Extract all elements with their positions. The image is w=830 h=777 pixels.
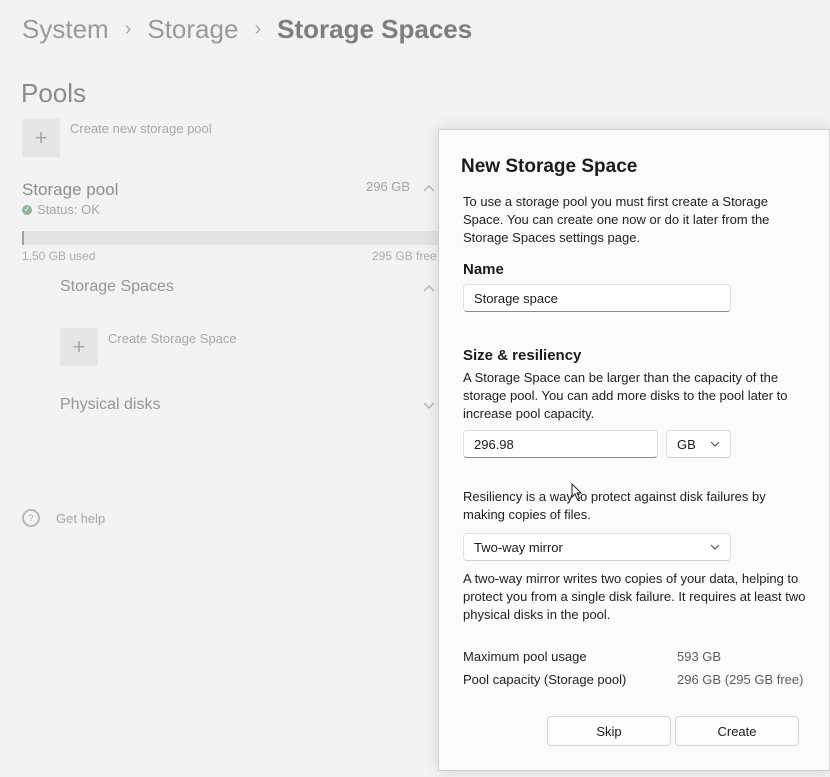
size-unit-select[interactable]: GB bbox=[666, 430, 731, 458]
dialog-intro-text: To use a storage pool you must first cre… bbox=[463, 194, 770, 245]
pool-usage-bar bbox=[22, 231, 438, 245]
chevron-down-icon bbox=[710, 438, 720, 450]
name-heading: Name bbox=[463, 261, 504, 278]
create-pool-label[interactable]: Create new storage pool bbox=[70, 121, 212, 136]
pool-size: 296 GB bbox=[366, 179, 411, 194]
create-storage-space-label[interactable]: Create Storage Space bbox=[108, 331, 237, 346]
chevron-down-icon[interactable] bbox=[423, 399, 435, 413]
pool-status: ✓ Status: OK bbox=[22, 202, 100, 217]
help-icon: ? bbox=[22, 509, 40, 527]
name-input[interactable]: Storage space bbox=[463, 284, 731, 312]
size-input-value: 296.98 bbox=[474, 436, 514, 452]
create-pool-button[interactable]: + bbox=[22, 119, 60, 157]
mouse-pointer-icon bbox=[571, 482, 583, 506]
create-button[interactable]: Create bbox=[675, 716, 799, 746]
resiliency-select[interactable]: Two-way mirror bbox=[463, 533, 731, 561]
new-storage-space-dialog: New Storage Space To use a storage pool … bbox=[438, 129, 830, 771]
get-help-link[interactable]: ? Get help bbox=[22, 509, 105, 527]
plus-icon: + bbox=[72, 334, 86, 359]
pool-capacity-label: Pool capacity (Storage pool) bbox=[463, 672, 627, 687]
pools-title: Pools bbox=[21, 78, 87, 108]
size-unit-value: GB bbox=[677, 436, 696, 452]
plus-icon: + bbox=[34, 125, 48, 150]
breadcrumb-system[interactable]: System bbox=[22, 14, 109, 45]
chevron-down-icon bbox=[710, 541, 720, 553]
resiliency-description-text: Resiliency is a way to protect against d… bbox=[463, 489, 766, 522]
name-input-value: Storage space bbox=[474, 290, 558, 306]
max-pool-usage-value: 593 GB bbox=[677, 649, 722, 664]
breadcrumb: System › Storage › Storage Spaces bbox=[22, 14, 472, 45]
resiliency-value: Two-way mirror bbox=[474, 539, 563, 555]
checkmark-icon: ✓ bbox=[22, 204, 32, 215]
size-resiliency-heading: Size & resiliency bbox=[463, 347, 582, 364]
chevron-up-icon[interactable] bbox=[423, 181, 435, 195]
pool-used-text: 1.50 GB used bbox=[22, 249, 96, 263]
physical-disks-section[interactable]: Physical disks bbox=[60, 396, 160, 414]
pool-status-text: Status: OK bbox=[37, 202, 100, 217]
dialog-title: New Storage Space bbox=[461, 156, 638, 177]
breadcrumb-storage[interactable]: Storage bbox=[147, 14, 238, 45]
pool-free-text: 295 GB free bbox=[372, 249, 437, 263]
get-help-label: Get help bbox=[56, 510, 106, 526]
max-pool-usage-label: Maximum pool usage bbox=[463, 649, 587, 664]
create-storage-space-button[interactable]: + bbox=[60, 328, 98, 366]
breadcrumb-separator: › bbox=[254, 18, 262, 40]
storage-spaces-section[interactable]: Storage Spaces bbox=[60, 278, 174, 296]
pool-capacity-value: 296 GB (295 GB free) bbox=[677, 672, 804, 687]
size-input[interactable]: 296.98 bbox=[463, 430, 658, 458]
skip-button[interactable]: Skip bbox=[547, 716, 671, 746]
mirror-description-text: A two-way mirror writes two copies of yo… bbox=[463, 571, 806, 622]
pool-name: Storage pool bbox=[22, 180, 119, 199]
pool-usage-fill bbox=[22, 231, 25, 245]
size-description-text: A Storage Space can be larger than the c… bbox=[463, 370, 788, 421]
breadcrumb-separator: › bbox=[124, 18, 132, 40]
chevron-up-icon[interactable] bbox=[423, 281, 435, 295]
breadcrumb-current: Storage Spaces bbox=[277, 14, 473, 44]
